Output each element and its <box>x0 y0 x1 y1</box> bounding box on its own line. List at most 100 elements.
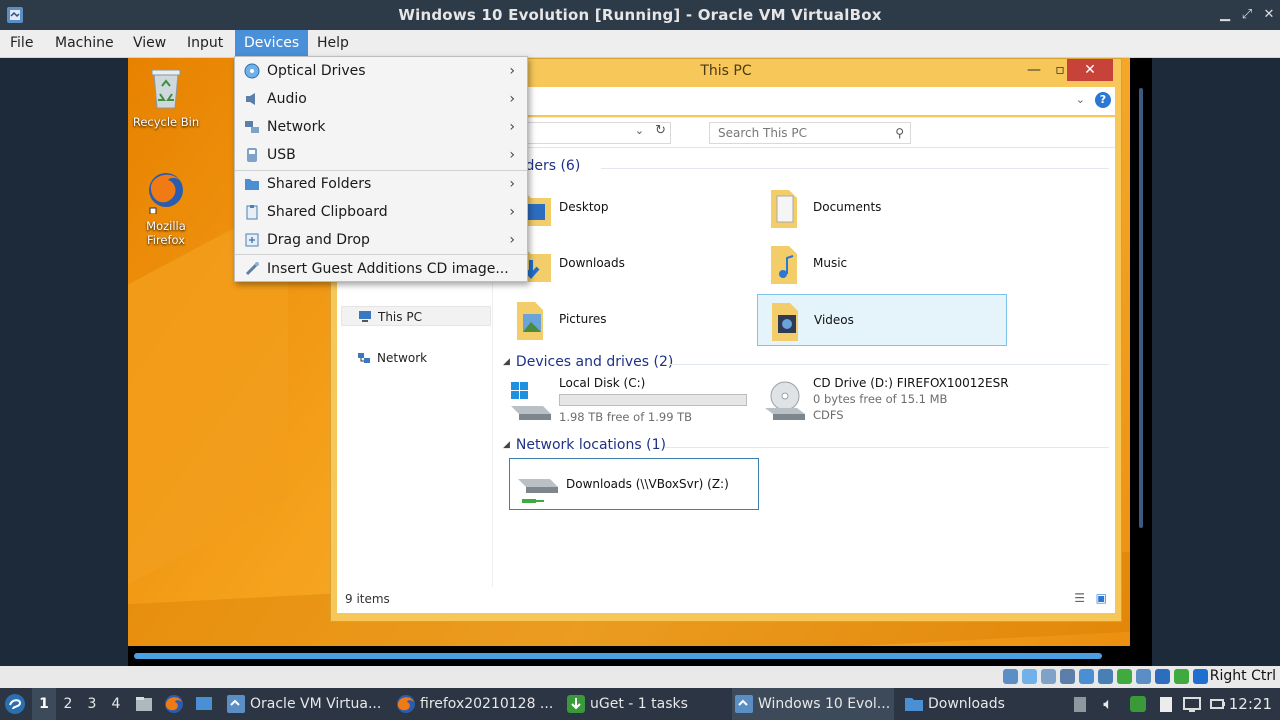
folder-tile-desktop[interactable]: Desktop <box>503 182 753 234</box>
menu-item-usb[interactable]: USB › <box>235 141 527 169</box>
workspace-4[interactable]: 4 <box>104 688 128 720</box>
drive-tile-local-disk[interactable]: Local Disk (C:) 1.98 TB free of 1.99 TB <box>503 374 753 426</box>
audio-status-icon[interactable] <box>1041 669 1056 684</box>
task-downloads[interactable]: Downloads <box>902 688 1042 720</box>
workspace-2[interactable]: 2 <box>56 688 80 720</box>
details-view-icon[interactable]: ☰ <box>1074 591 1085 605</box>
usb-status-icon[interactable] <box>1079 669 1094 684</box>
menu-view[interactable]: View <box>124 30 175 58</box>
clipboard-icon <box>246 205 258 220</box>
display-tray-icon[interactable] <box>1182 694 1202 714</box>
minimize-button[interactable]: ▁ <box>1216 6 1234 24</box>
folder-tile-pictures[interactable]: Pictures <box>503 294 753 346</box>
display-status-icon[interactable] <box>1117 669 1132 684</box>
ribbon-expand-icon[interactable]: ⌄ <box>1076 93 1085 106</box>
task-windows-10-evolution[interactable]: Windows 10 Evol... <box>732 688 894 720</box>
collapse-arrow-icon: ◢ <box>503 357 510 367</box>
tile-subtext: 1.98 TB free of 1.99 TB <box>559 410 693 424</box>
menu-item-audio[interactable]: Audio › <box>235 85 527 113</box>
window-title: Windows 10 Evolution [Running] - Oracle … <box>398 6 882 24</box>
shared-folder-status-icon[interactable] <box>1098 669 1113 684</box>
power-tray-icon[interactable] <box>1208 694 1228 714</box>
virtualbox-icon <box>735 695 753 713</box>
cpu-status-icon[interactable] <box>1155 669 1170 684</box>
firefox-icon <box>149 173 183 215</box>
nav-item-network[interactable]: Network <box>341 348 491 368</box>
clipboard-tray-icon[interactable] <box>1070 694 1090 714</box>
optical-drive-status-icon[interactable] <box>1022 669 1037 684</box>
tiles-view-icon[interactable]: ▣ <box>1096 591 1107 605</box>
desktop-icon-firefox[interactable]: Mozilla Firefox <box>128 168 206 247</box>
file-manager-icon[interactable] <box>134 694 154 714</box>
menu-item-label: Audio <box>267 91 307 107</box>
recording-status-icon[interactable] <box>1136 669 1151 684</box>
workspace-3[interactable]: 3 <box>80 688 104 720</box>
firefox-icon[interactable] <box>164 694 184 714</box>
audio-icon <box>246 93 255 105</box>
menu-item-label: Drag and Drop <box>267 232 370 248</box>
desktop-icon[interactable] <box>194 694 214 714</box>
start-menu-icon[interactable] <box>4 693 26 715</box>
workspace-1[interactable]: 1 <box>32 688 56 720</box>
menu-item-insert-guest-additions[interactable]: Insert Guest Additions CD image... <box>235 255 527 283</box>
uget-icon <box>567 695 585 713</box>
task-label: Downloads <box>928 696 1005 712</box>
refresh-icon[interactable]: ↻ <box>655 123 666 138</box>
explorer-close-button[interactable]: ✕ <box>1067 59 1113 81</box>
restore-button[interactable]: ⤢ <box>1238 6 1256 24</box>
mouse-integration-icon[interactable] <box>1174 669 1189 684</box>
hard-disk-status-icon[interactable] <box>1003 669 1018 684</box>
submenu-arrow-icon: › <box>509 63 515 79</box>
menu-item-label: Shared Folders <box>267 176 372 192</box>
menu-item-label: USB <box>267 147 296 163</box>
folder-tile-videos[interactable]: Videos <box>757 294 1007 346</box>
menu-item-shared-folders[interactable]: Shared Folders › <box>235 170 527 198</box>
host-titlebar: Windows 10 Evolution [Running] - Oracle … <box>0 0 1280 30</box>
nav-item-this-pc[interactable]: This PC <box>341 306 491 326</box>
menu-machine[interactable]: Machine <box>46 30 123 58</box>
tile-name: Videos <box>814 313 854 327</box>
menu-devices[interactable]: Devices <box>235 30 309 58</box>
task-label: Oracle VM Virtua... <box>250 696 382 712</box>
submenu-arrow-icon: › <box>509 119 515 135</box>
tile-subtext: CDFS <box>813 408 844 422</box>
guest-horizontal-scrollbar[interactable] <box>134 653 1102 659</box>
menu-item-label: Insert Guest Additions CD image... <box>267 261 509 277</box>
menu-input[interactable]: Input <box>178 30 232 58</box>
task-label: firefox20210128 ... <box>420 696 554 712</box>
group-header-drives[interactable]: ◢ Devices and drives (2) <box>503 354 673 370</box>
keyboard-capture-icon[interactable] <box>1193 669 1208 684</box>
menu-help[interactable]: Help <box>308 30 358 58</box>
desktop-icon-recycle-bin[interactable]: Recycle Bin <box>128 64 206 129</box>
task-firefox[interactable]: firefox20210128 ... <box>394 688 554 720</box>
search-input[interactable]: Search This PC ⚲ <box>709 122 911 144</box>
desktop-icon-label: Recycle Bin <box>132 115 200 129</box>
task-label: Windows 10 Evol... <box>758 696 891 712</box>
network-status-icon[interactable] <box>1060 669 1075 684</box>
menu-item-network[interactable]: Network › <box>235 113 527 141</box>
folder-tile-music[interactable]: Music <box>757 238 1007 290</box>
uget-tray-icon[interactable] <box>1128 694 1148 714</box>
guest-vertical-scrollbar[interactable] <box>1139 88 1143 528</box>
explorer-minimize-button[interactable]: — <box>1021 59 1047 81</box>
volume-icon[interactable]: 🔈︎ <box>1098 694 1118 714</box>
shared-folder-icon <box>245 179 259 190</box>
folder-tile-documents[interactable]: Documents <box>757 182 1007 234</box>
group-header-network[interactable]: ◢ Network locations (1) <box>503 437 666 453</box>
drive-tile-cd[interactable]: CD Drive (D:) FIREFOX10012ESR 0 bytes fr… <box>757 374 1009 426</box>
network-tile-downloads[interactable]: Downloads (\\VBoxSvr) (Z:) <box>509 458 759 510</box>
menu-item-drag-and-drop[interactable]: Drag and Drop › <box>235 226 527 254</box>
help-icon[interactable]: ? <box>1095 92 1111 108</box>
menu-item-shared-clipboard[interactable]: Shared Clipboard › <box>235 198 527 226</box>
clock: 12:21 <box>1228 695 1272 713</box>
computer-icon <box>359 311 371 322</box>
task-uget[interactable]: uGet - 1 tasks <box>564 688 724 720</box>
address-dropdown-icon[interactable]: ⌄ <box>635 124 644 137</box>
folder-tile-downloads[interactable]: Downloads <box>503 238 753 290</box>
explorer-statusbar: 9 items ☰ ▣ <box>337 587 1115 613</box>
menu-item-optical-drives[interactable]: Optical Drives › <box>235 57 527 85</box>
task-oracle-vm[interactable]: Oracle VM Virtua... <box>224 688 384 720</box>
menu-file[interactable]: File <box>1 30 42 58</box>
clipboard-manager-icon[interactable] <box>1156 694 1176 714</box>
close-button[interactable]: ✕ <box>1260 6 1278 24</box>
